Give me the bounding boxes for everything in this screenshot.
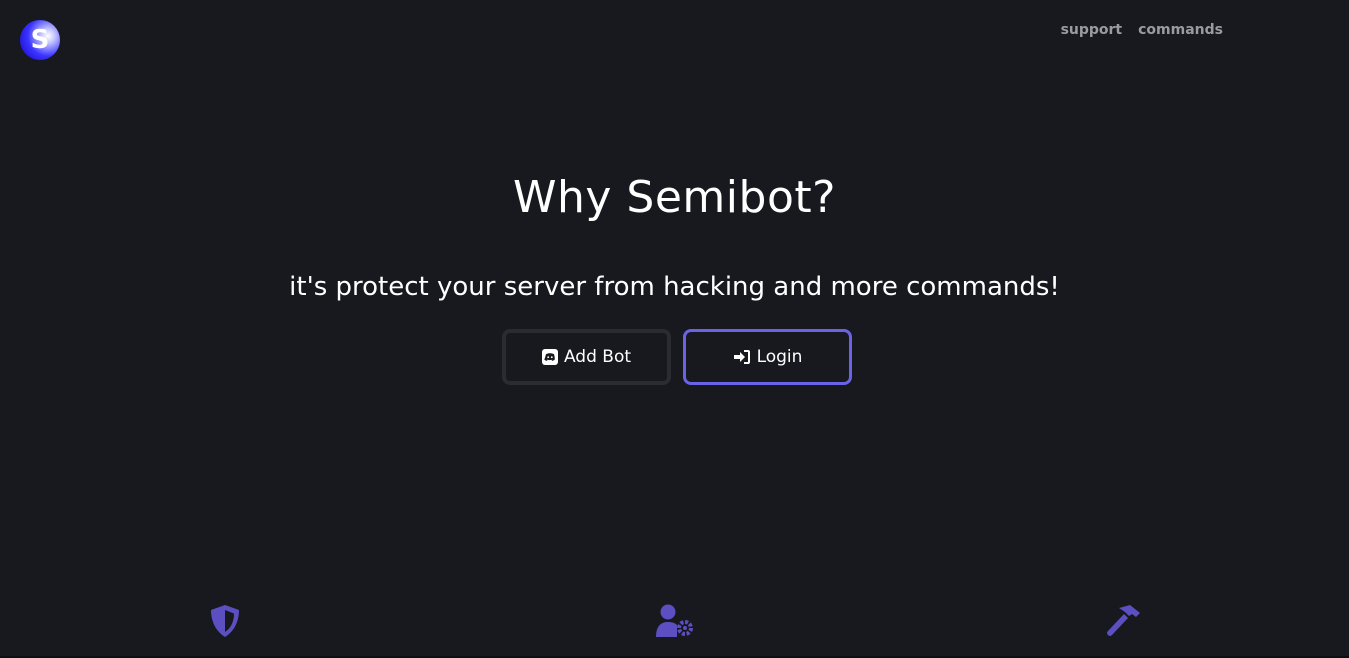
hero-title: Why Semibot?	[513, 172, 836, 223]
page: S support commands Why Semibot? it's pro…	[0, 0, 1349, 658]
nav-link-commands[interactable]: commands	[1138, 22, 1223, 38]
user-gear-icon	[655, 604, 695, 642]
semibot-logo[interactable]: S	[20, 20, 60, 60]
feature-icons-row	[0, 604, 1349, 644]
nav-link-support[interactable]: support	[1061, 22, 1123, 38]
hammer-icon	[1105, 604, 1143, 642]
sign-in-icon	[733, 349, 751, 365]
shield-icon	[209, 604, 241, 642]
hero-subtitle: it's protect your server from hacking an…	[289, 272, 1060, 302]
hero-buttons: Add Bot Login	[502, 329, 852, 385]
login-label: Login	[756, 347, 803, 367]
add-bot-button[interactable]: Add Bot	[502, 329, 671, 385]
logo-letter: S	[30, 24, 50, 55]
top-nav: support commands	[1061, 22, 1223, 38]
discord-icon	[541, 349, 558, 365]
login-button[interactable]: Login	[683, 329, 852, 385]
add-bot-label: Add Bot	[563, 347, 632, 367]
